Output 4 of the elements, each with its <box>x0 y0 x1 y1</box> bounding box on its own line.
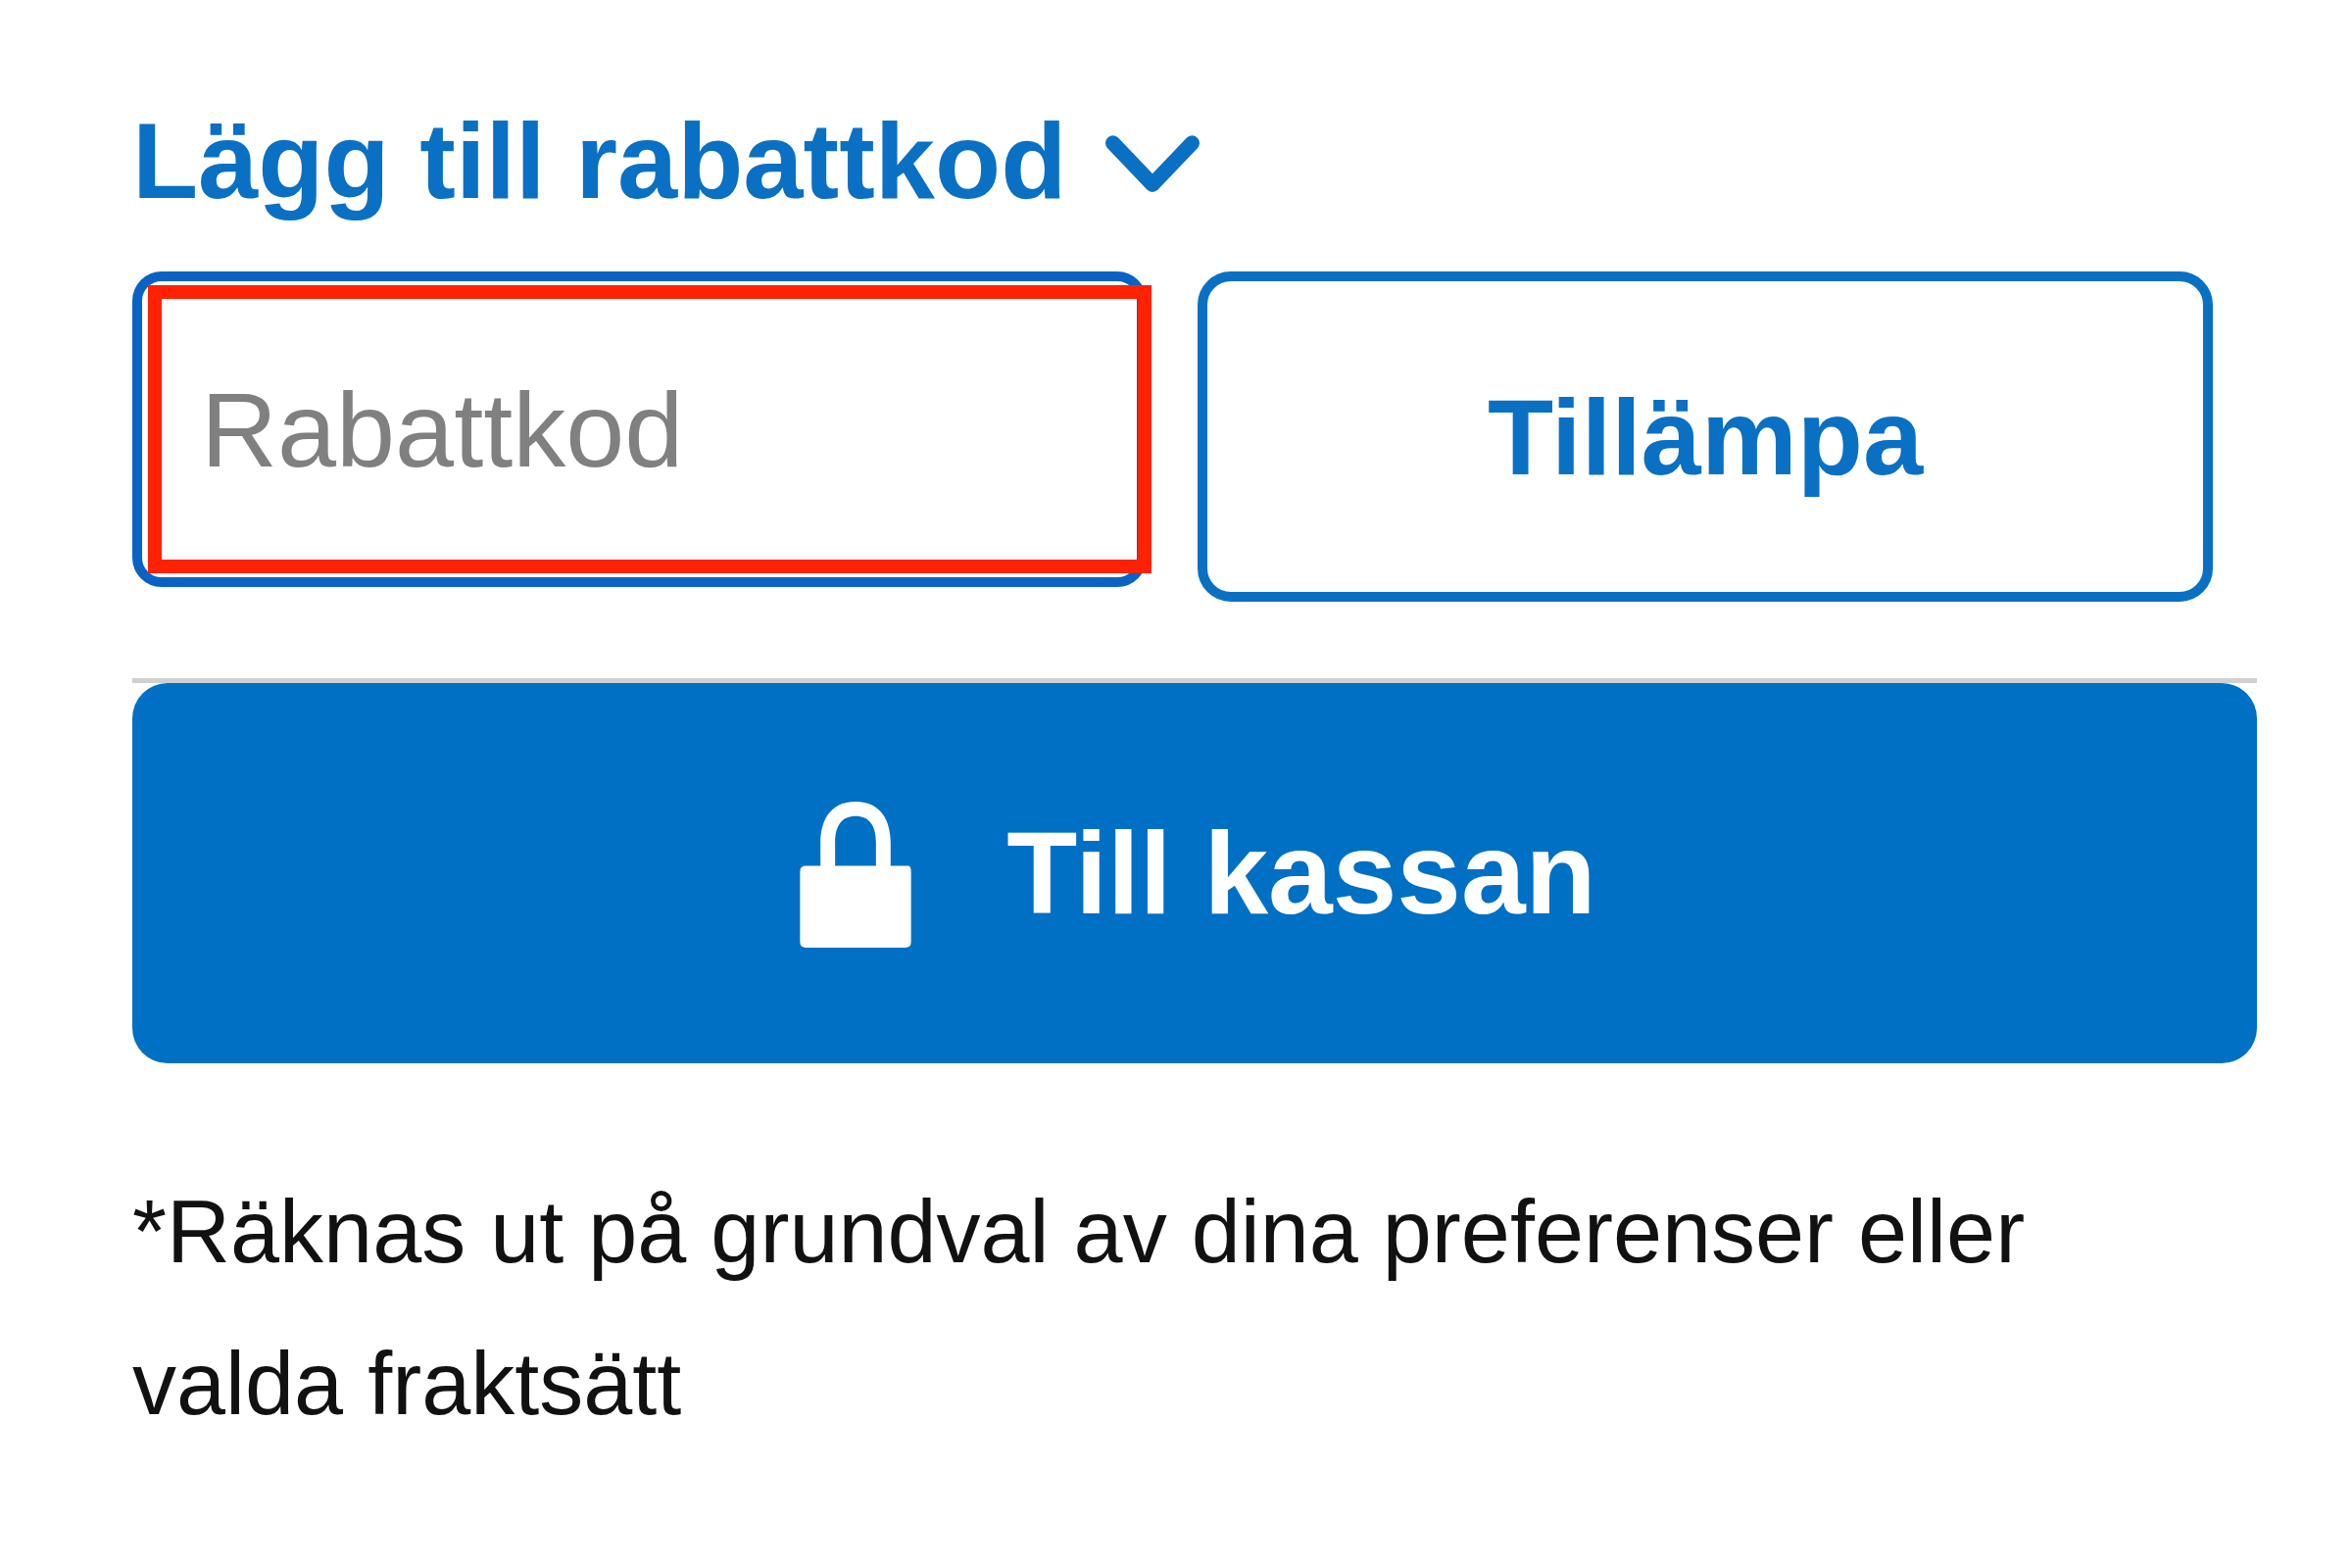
discount-code-toggle[interactable]: Lägg till rabattkod <box>132 98 1200 222</box>
apply-button[interactable]: Tillämpa <box>1198 271 2213 602</box>
checkout-button[interactable]: Till kassan <box>132 683 2257 1063</box>
shipping-note: *Räknas ut på grundval av dina preferenser eller valda fraktsätt <box>132 1182 2027 1435</box>
